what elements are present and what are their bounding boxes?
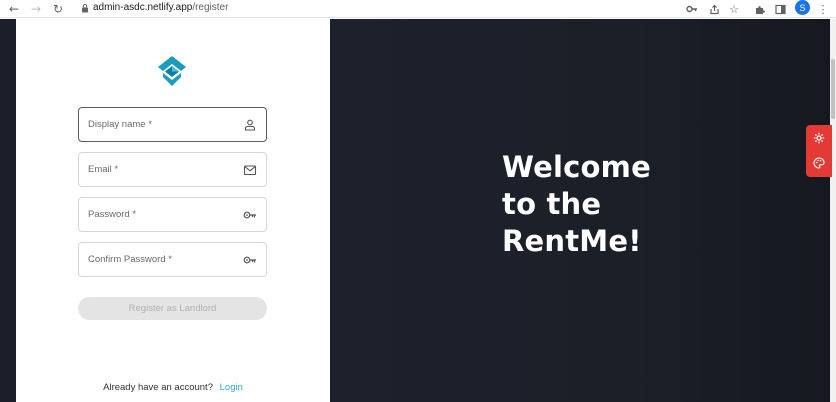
welcome-heading: Welcome to the RentMe! [502,149,651,260]
login-prompt: Already have an account? Login [16,382,330,393]
address-bar[interactable]: admin-asdc.netlify.app/register [72,0,672,16]
display-name-field[interactable] [78,107,267,142]
scroll-thumb[interactable] [831,59,835,119]
url-text: admin-asdc.netlify.app/register [93,2,228,13]
extensions-icon[interactable] [752,1,768,17]
side-panel-icon[interactable] [772,1,788,17]
url-host: admin-asdc.netlify.app [93,2,193,13]
register-as-landlord-button[interactable]: Register as Landlord [78,297,267,320]
email-field[interactable] [78,152,267,187]
forward-arrow-icon[interactable]: → [28,1,44,17]
welcome-line-1: Welcome [502,150,651,184]
palette-icon[interactable] [812,156,826,170]
reload-icon[interactable]: ↻ [50,1,66,17]
welcome-hero: Welcome to the RentMe! [330,19,836,402]
password-field[interactable] [78,197,267,232]
welcome-line-2: to the [502,187,602,221]
key-icon [243,211,256,219]
password-input[interactable] [79,198,266,231]
star-icon[interactable]: ☆ [726,1,742,17]
display-name-input[interactable] [79,108,266,141]
back-arrow-icon[interactable]: ← [6,1,22,17]
account-prompt-text: Already have an account? [103,382,213,393]
lock-icon [82,4,88,13]
settings-gear-icon[interactable] [812,131,826,145]
user-icon [244,119,256,131]
profile-avatar[interactable]: S [795,0,810,15]
register-page: Register as Landlord Already have an acc… [0,19,836,402]
menu-kebab-icon[interactable]: ⋮ [815,1,831,17]
url-path: /register [192,2,229,13]
browser-toolbar: ← → ↻ admin-asdc.netlify.app/register ☆ … [0,0,836,18]
rentme-logo [158,56,186,86]
login-link[interactable]: Login [220,382,243,393]
key-icon [243,256,256,264]
left-gutter [0,19,16,402]
settings-side-widget [806,125,832,177]
confirm-password-field[interactable] [78,242,267,277]
page-scrollbar[interactable] [830,19,836,402]
welcome-line-3: RentMe! [502,224,642,258]
register-form-panel: Register as Landlord Already have an acc… [16,19,330,402]
key-icon[interactable] [684,1,700,17]
share-icon[interactable] [706,1,722,17]
email-input[interactable] [79,153,266,186]
mail-icon [243,165,257,176]
confirm-password-input[interactable] [79,243,266,276]
